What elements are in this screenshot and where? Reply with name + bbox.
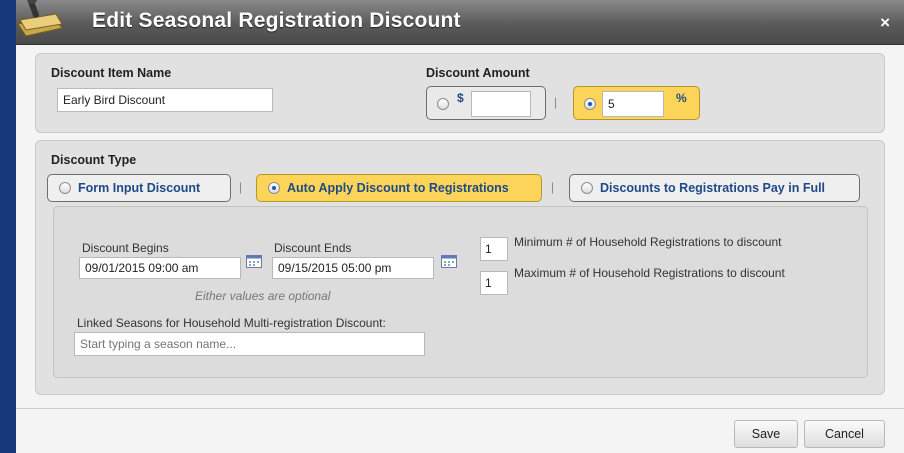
- option-form-input-discount[interactable]: Form Input Discount: [47, 174, 231, 202]
- discount-ends-label: Discount Ends: [274, 241, 352, 255]
- dollar-amount-input[interactable]: [471, 91, 531, 117]
- close-button[interactable]: ×: [880, 13, 890, 33]
- discount-item-name-input[interactable]: [57, 88, 273, 112]
- option-pay-in-full-discount[interactable]: Discounts to Registrations Pay in Full: [569, 174, 860, 202]
- auto-apply-radio[interactable]: [268, 182, 280, 194]
- type-separator-1: |: [239, 180, 243, 194]
- calendar-icon[interactable]: [441, 254, 457, 268]
- discount-amount-label: Discount Amount: [426, 66, 530, 80]
- pay-in-full-radio[interactable]: [581, 182, 593, 194]
- footer-divider: [16, 408, 904, 409]
- percent-amount-option[interactable]: %: [573, 86, 700, 120]
- form-input-discount-label: Form Input Discount: [78, 181, 201, 195]
- pay-in-full-discount-label: Discounts to Registrations Pay in Full: [600, 181, 826, 195]
- discount-begins-label: Discount Begins: [82, 241, 169, 255]
- page-backdrop: [0, 0, 16, 453]
- wrench-on-card-icon: [17, 0, 63, 37]
- discount-item-name-label: Discount Item Name: [51, 66, 172, 80]
- cancel-button[interactable]: Cancel: [804, 420, 885, 448]
- percent-radio[interactable]: [584, 98, 596, 110]
- discount-type-label: Discount Type: [51, 153, 137, 167]
- form-input-radio[interactable]: [59, 182, 71, 194]
- dollar-amount-option[interactable]: $: [426, 86, 546, 120]
- maximum-registrations-input[interactable]: [480, 271, 508, 295]
- discount-ends-input[interactable]: [272, 257, 434, 279]
- calendar-icon[interactable]: [246, 254, 262, 268]
- amount-separator: |: [554, 95, 558, 109]
- minimum-registrations-input[interactable]: [480, 237, 508, 261]
- auto-apply-discount-label: Auto Apply Discount to Registrations: [287, 181, 509, 195]
- minimum-registrations-label: Minimum # of Household Registrations to …: [514, 235, 782, 249]
- save-button[interactable]: Save: [734, 420, 798, 448]
- dialog-title: Edit Seasonal Registration Discount: [92, 9, 461, 32]
- type-separator-2: |: [551, 180, 555, 194]
- percent-amount-input[interactable]: [602, 91, 664, 117]
- dollar-unit: $: [457, 91, 464, 105]
- percent-unit: %: [676, 91, 687, 105]
- linked-seasons-label: Linked Seasons for Household Multi-regis…: [77, 316, 386, 330]
- linked-seasons-search-input[interactable]: [74, 332, 425, 356]
- dialog-titlebar: Edit Seasonal Registration Discount ×: [16, 0, 904, 45]
- optional-values-hint: Either values are optional: [195, 289, 331, 303]
- edit-discount-dialog: Edit Seasonal Registration Discount × Di…: [16, 0, 904, 453]
- discount-begins-input[interactable]: [79, 257, 241, 279]
- option-auto-apply-discount[interactable]: Auto Apply Discount to Registrations: [256, 174, 542, 202]
- dollar-radio[interactable]: [437, 98, 449, 110]
- maximum-registrations-label: Maximum # of Household Registrations to …: [514, 266, 785, 280]
